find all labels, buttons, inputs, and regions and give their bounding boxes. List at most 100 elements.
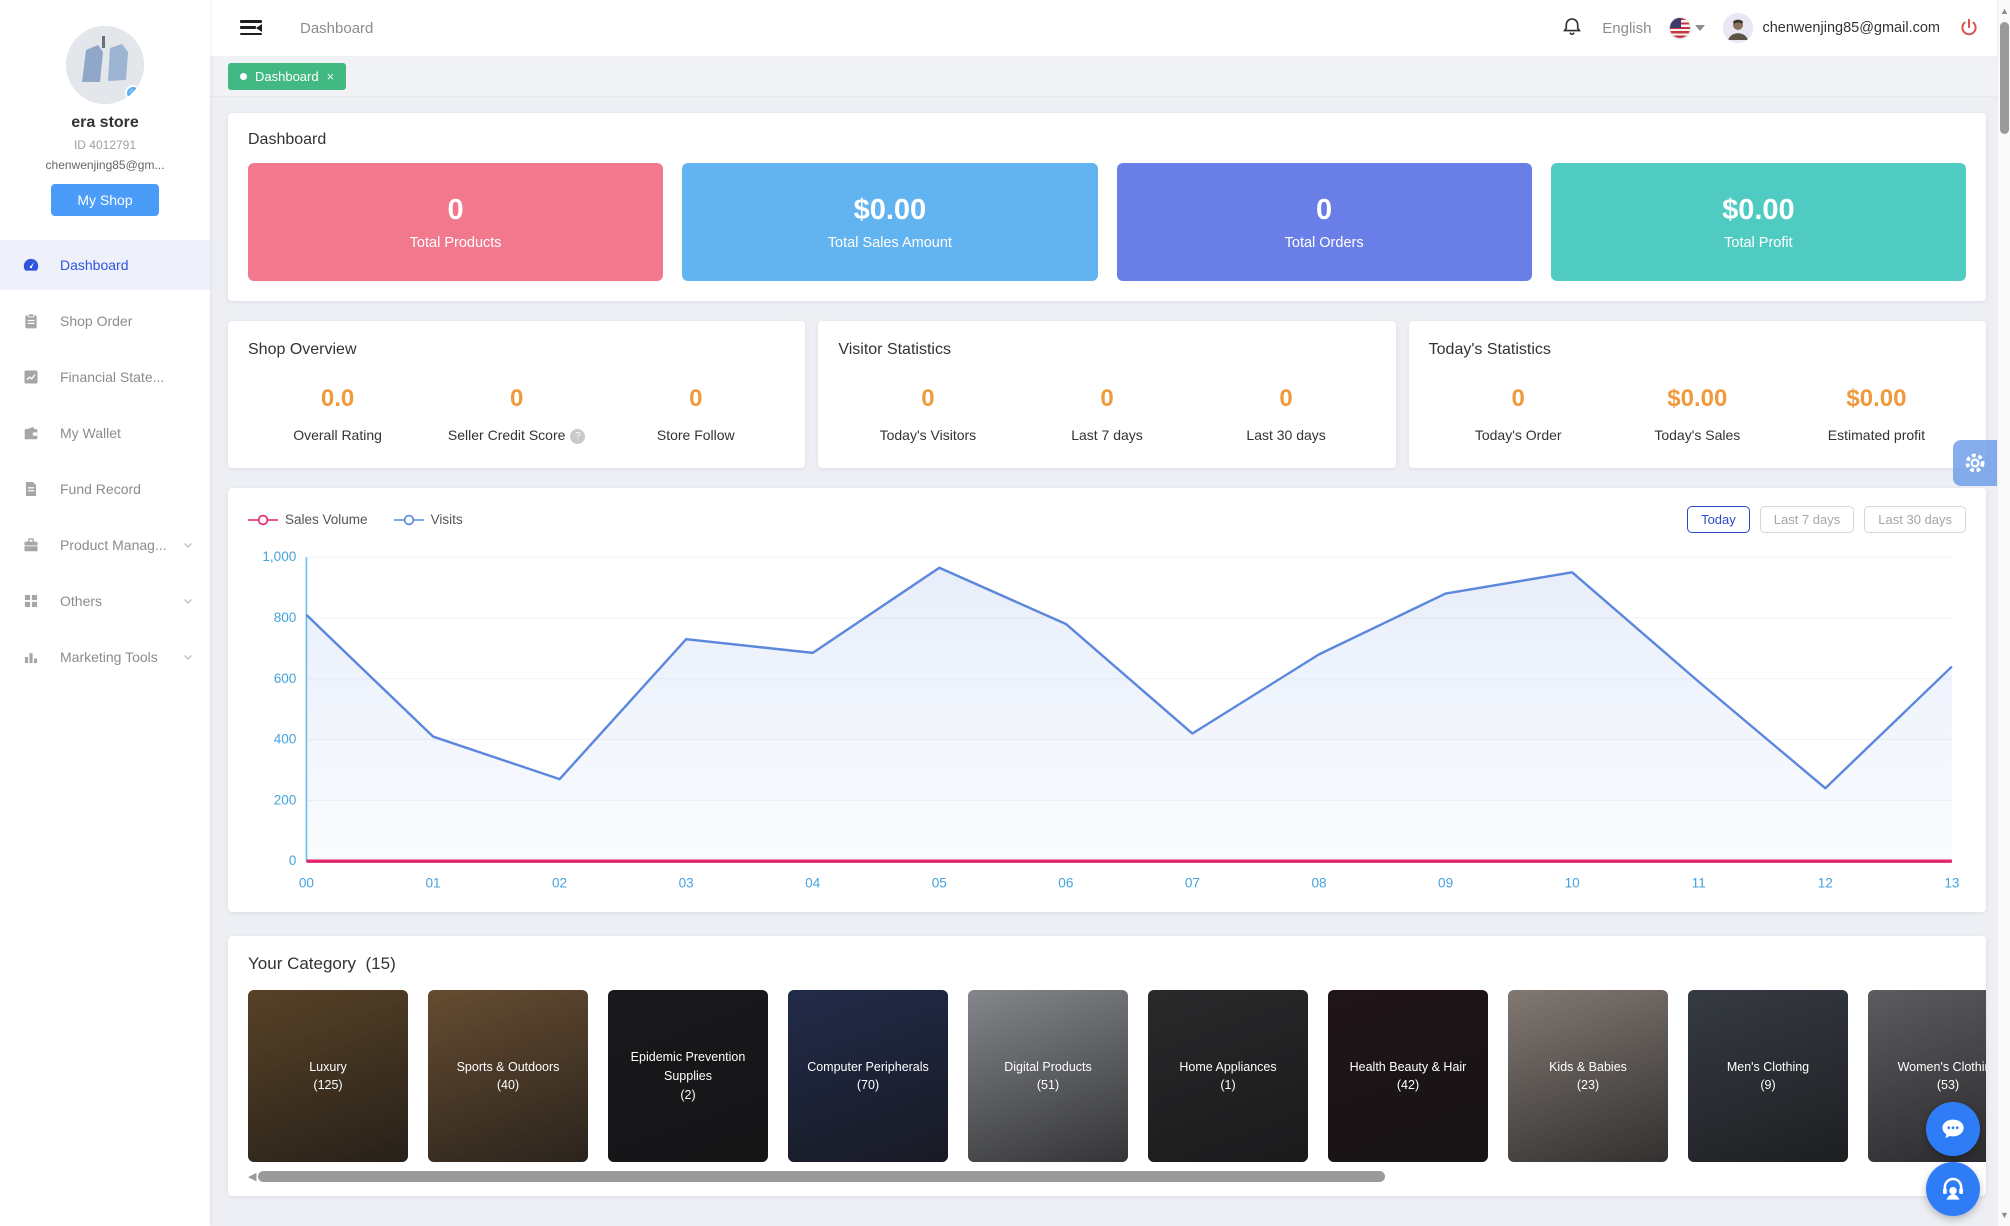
metric-label-text: Today's Order [1474,427,1562,443]
tab-dashboard[interactable]: Dashboard × [228,63,347,90]
stat-label: Total Products [409,234,502,251]
store-profile: era store ID 4012791 chenwenjing85@gm...… [0,0,210,216]
metric-value: 0 [1511,385,1525,412]
sidebar-item-label: Others [60,593,103,609]
metric: 0.0 Overall Rating [248,385,427,444]
metric-value: $0.00 [1667,385,1728,412]
legend-item-sales-volume[interactable]: Sales Volume [248,512,368,527]
vertical-scroll-thumb[interactable] [2000,22,2009,134]
category-card-digital-products[interactable]: Digital Products (51) [968,990,1128,1163]
notification-bell-icon[interactable] [1560,16,1584,40]
category-name: Computer Peripherals [807,1059,929,1074]
range-button-last-7-days[interactable]: Last 7 days [1759,506,1855,533]
metric-label: Seller Credit Score? [427,427,606,444]
tab-active-dot [240,73,247,80]
category-name: Kids & Babies [1549,1059,1627,1074]
svg-text:800: 800 [274,610,297,625]
svg-text:12: 12 [1818,875,1833,890]
category-card-sports-outdoors[interactable]: Sports & Outdoors (40) [428,990,588,1163]
scroll-down-icon[interactable]: ▼ [1998,1210,2010,1220]
store-id: ID 4012791 [73,138,137,152]
category-scroll-thumb[interactable] [258,1170,1386,1182]
chart-range-buttons: Today Last 7 days Last 30 days [1687,506,1966,533]
sidebar-item-label: Marketing Tools [60,649,158,665]
prev-arrow-icon[interactable]: ◀ [248,1170,256,1183]
category-count: (70) [856,1078,880,1093]
menu-fold-icon[interactable] [240,20,262,36]
svg-text:02: 02 [552,875,567,890]
stat-label: Total Profit [1724,234,1793,251]
svg-text:07: 07 [1185,875,1200,890]
main-area: Dashboard English chenwenjing85@gmail.co… [210,0,2010,1226]
svg-text:1,000: 1,000 [262,549,296,564]
range-button-last-30-days[interactable]: Last 30 days [1864,506,1966,533]
shop-overview-card: Shop Overview 0.0 Overall Rating 0 Seller Cr… [228,321,806,468]
my-shop-button[interactable]: My Shop [51,184,159,216]
metric-label-text: Today's Visitors [879,427,977,443]
metric-label-text: Last 7 days [1071,427,1143,443]
chart-svg: 0 200 400 600 800 1,000 00 01 02 03 04 05 06 07 08 09 10… [262,549,1959,890]
account-menu[interactable]: chenwenjing85@gmail.com [1723,13,1940,43]
sidebar-item-label: Shop Order [60,313,133,329]
sidebar-item-marketing-tools[interactable]: Marketing Tools [0,632,210,682]
category-label: Luxury (125) [248,990,408,1163]
category-count: (40) [496,1078,520,1093]
tab-close-icon[interactable]: × [327,70,335,83]
fund-record-icon [22,480,40,498]
sidebar-item-others[interactable]: Others [0,576,210,626]
sidebar-item-my-wallet[interactable]: My Wallet [0,408,210,458]
dashboard-card-title: Dashboard [248,131,327,148]
legend-item-visits[interactable]: Visits [393,512,463,527]
tab-bar: Dashboard × [210,57,2010,97]
scroll-up-icon[interactable]: ▲ [1998,6,2010,16]
svg-text:0: 0 [289,853,297,868]
settings-gear-button[interactable] [1953,440,1997,486]
range-button-today[interactable]: Today [1687,506,1750,533]
overview-card-title: Visitor Statistics [838,341,951,358]
marketing-tools-icon [22,648,40,666]
category-card-computer-peripherals[interactable]: Computer Peripherals (70) [788,990,948,1163]
category-card-luxury[interactable]: Luxury (125) [248,990,408,1163]
svg-text:400: 400 [274,732,297,747]
metric: 0 Store Follow [606,385,785,444]
svg-text:03: 03 [679,875,694,890]
top-bar: Dashboard English chenwenjing85@gmail.co… [210,0,2010,57]
help-icon[interactable]: ? [570,429,586,444]
sidebar-item-dashboard[interactable]: Dashboard [0,240,210,290]
vertical-scrollbar[interactable]: ▲ ▼ [1997,0,2010,1226]
svg-text:01: 01 [425,875,440,890]
stat-card-total-sales-amount: $0.00 Total Sales Amount [682,163,1098,281]
sidebar-item-product-manag[interactable]: Product Manag... [0,520,210,570]
category-name: Home Appliances [1179,1059,1277,1074]
app-root: era store ID 4012791 chenwenjing85@gm...… [0,0,2010,1226]
category-card-kids-babies[interactable]: Kids & Babies (23) [1508,990,1668,1163]
category-card-epidemic-prevention-supplies[interactable]: Epidemic Prevention Supplies (2) [608,990,768,1163]
metrics-row: 0 Today's Visitors 0 Last 7 days 0 Last 30 da… [838,385,1375,443]
overview-row: Shop Overview 0.0 Overall Rating 0 Seller Cr… [228,321,1986,468]
sidebar: era store ID 4012791 chenwenjing85@gm...… [0,0,210,1226]
category-name: Digital Products [1004,1059,1092,1074]
chat-button[interactable] [1926,1102,1980,1156]
sidebar-item-shop-order[interactable]: Shop Order [0,296,210,346]
category-name: Luxury [309,1059,347,1074]
customer-service-button[interactable] [1926,1162,1980,1216]
category-card-men-s-clothing[interactable]: Men's Clothing (9) [1688,990,1848,1163]
category-scroll-track[interactable] [258,1170,1966,1182]
category-card-home-appliances[interactable]: Home Appliances (1) [1148,990,1308,1163]
metric-label: Last 30 days [1197,427,1376,443]
sidebar-item-fund-record[interactable]: Fund Record [0,464,210,514]
sidebar-item-financial-state[interactable]: Financial State... [0,352,210,402]
legend-marker-icon [248,514,278,525]
logout-power-icon[interactable] [1958,17,1980,39]
category-card-health-beauty-hair[interactable]: Health Beauty & Hair (42) [1328,990,1488,1163]
category-name: Men's Clothing [1726,1059,1810,1074]
stat-value: $0.00 [853,193,927,226]
language-label[interactable]: English [1602,20,1651,37]
language-selector[interactable] [1669,17,1706,39]
headset-icon [1943,1177,1963,1200]
chevron-down-icon [182,594,194,606]
category-count: (125) [313,1078,343,1093]
sidebar-item-label: Fund Record [60,481,141,497]
metric-label-text: Today's Sales [1654,427,1741,443]
category-name: Epidemic Prevention Supplies [630,1050,746,1084]
